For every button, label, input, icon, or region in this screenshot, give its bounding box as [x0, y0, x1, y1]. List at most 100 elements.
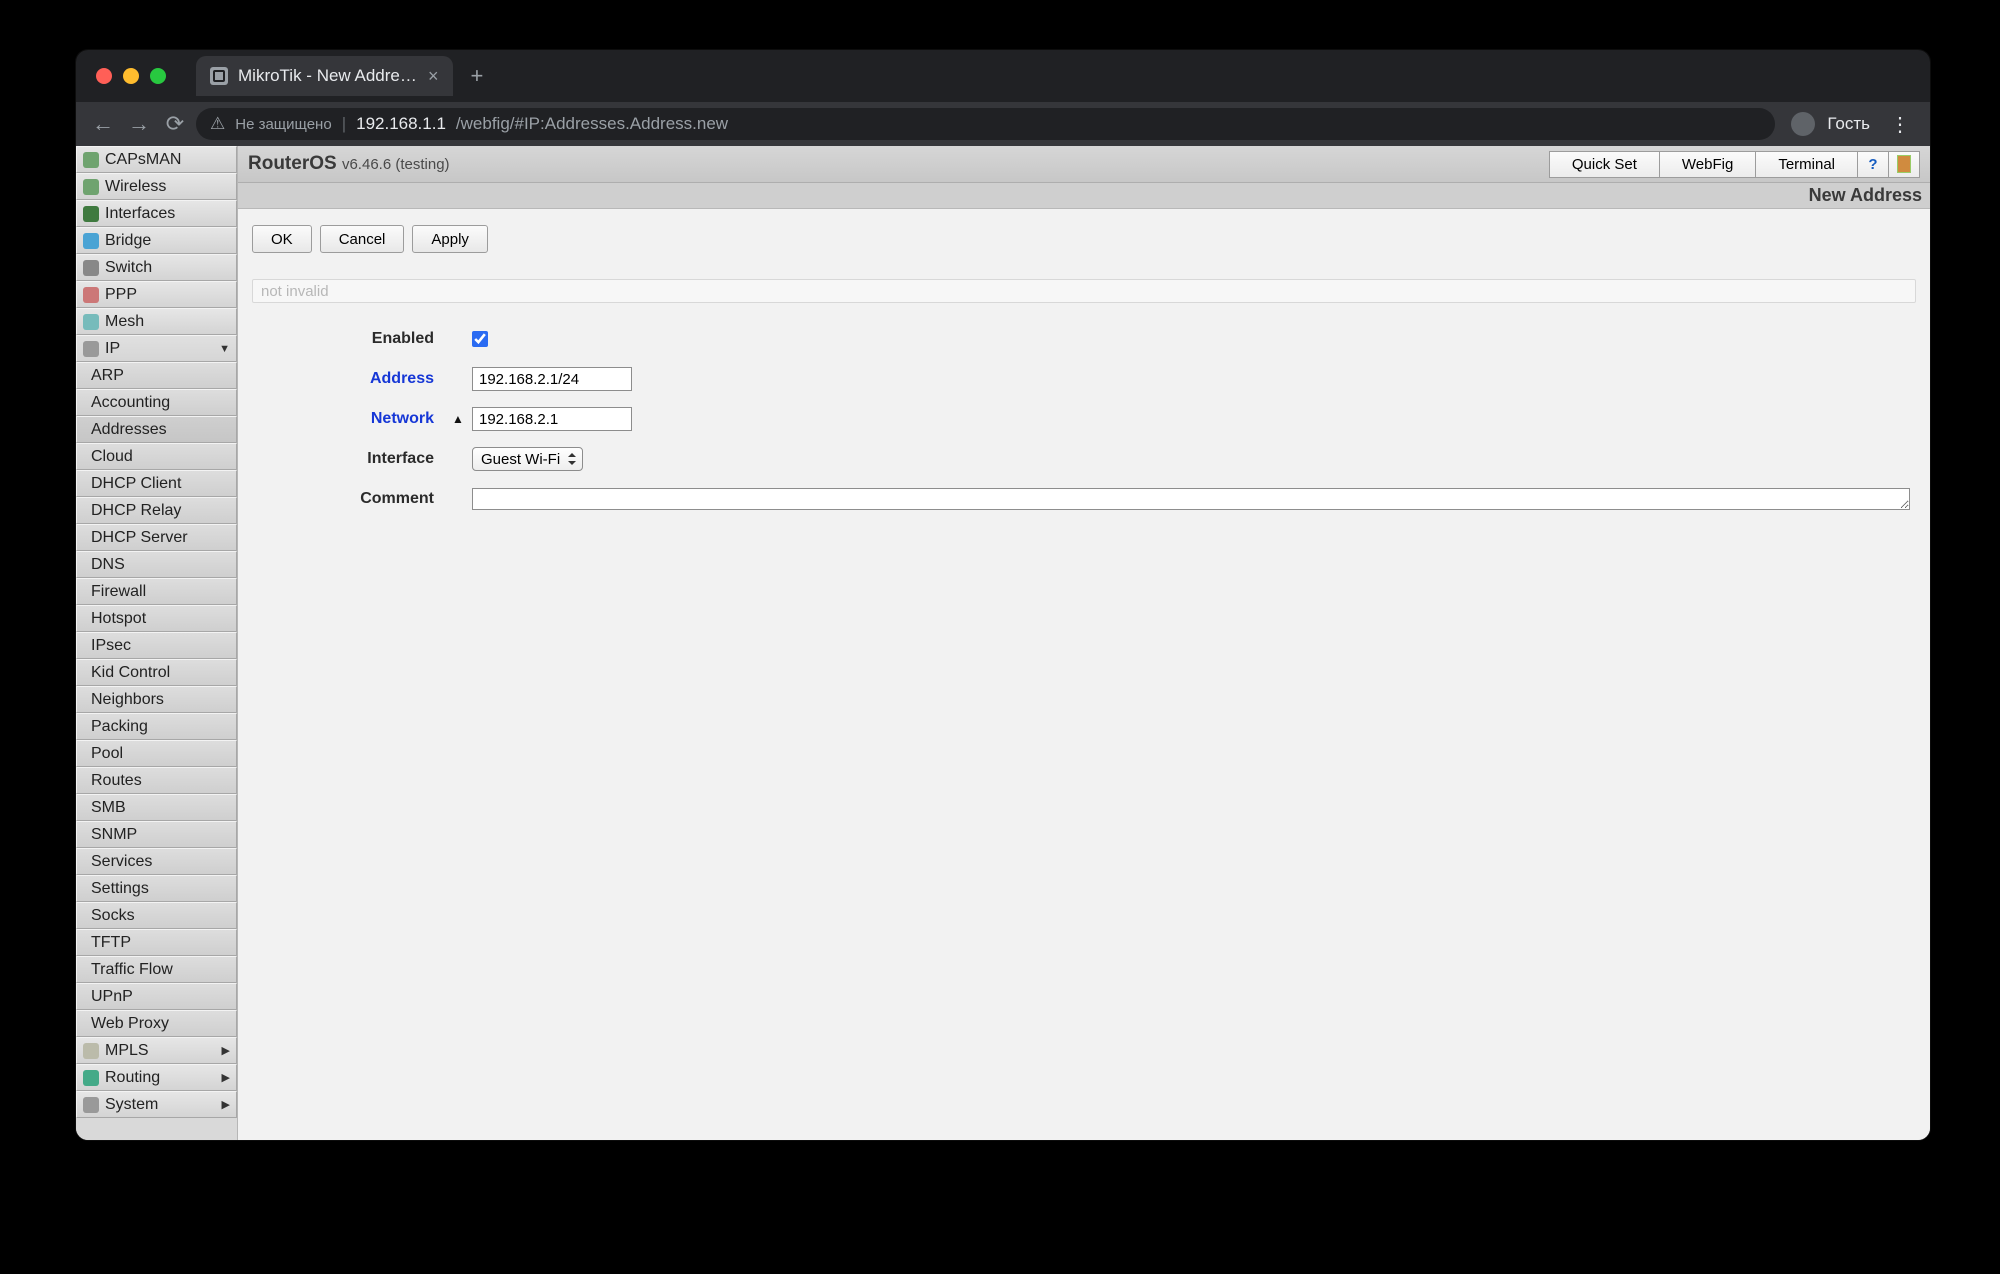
terminal-button[interactable]: Terminal — [1755, 151, 1858, 178]
enabled-checkbox[interactable] — [472, 331, 488, 347]
sidebar-sub-label: Services — [91, 853, 152, 871]
sidebar-sub-label: Kid Control — [91, 664, 170, 682]
address-bar[interactable]: ⚠ Не защищено | 192.168.1.1/webfig/#IP:A… — [196, 108, 1775, 140]
ok-button[interactable]: OK — [252, 225, 312, 253]
ppp-icon — [83, 287, 99, 303]
sidebar-sub-ipsec[interactable]: IPsec — [76, 632, 237, 659]
sidebar-sub-dhcp-client[interactable]: DHCP Client — [76, 470, 237, 497]
collapse-toggle-icon[interactable]: ▲ — [452, 412, 466, 426]
sidebar-sub-traffic-flow[interactable]: Traffic Flow — [76, 956, 237, 983]
sidebar-item-bridge[interactable]: Bridge — [76, 227, 237, 254]
address-input[interactable] — [472, 367, 632, 391]
sidebar-sub-dns[interactable]: DNS — [76, 551, 237, 578]
profile-label[interactable]: Гость — [1821, 114, 1876, 134]
sidebar-item-label: Bridge — [105, 232, 151, 250]
top-buttons: Quick Set WebFig Terminal ? — [1550, 151, 1920, 178]
label-address[interactable]: Address — [252, 370, 452, 388]
sidebar-item-ip[interactable]: IP▼ — [76, 335, 237, 362]
sidebar-item-capsman[interactable]: CAPsMAN — [76, 146, 237, 173]
network-input[interactable] — [472, 407, 632, 431]
minimize-window-icon[interactable] — [123, 68, 139, 84]
sidebar-sub-tftp[interactable]: TFTP — [76, 929, 237, 956]
sidebar-sub-neighbors[interactable]: Neighbors — [76, 686, 237, 713]
sidebar-sub-socks[interactable]: Socks — [76, 902, 237, 929]
browser-toolbar: ← → ⟳ ⚠ Не защищено | 192.168.1.1/webfig… — [76, 102, 1930, 146]
sidebar-sub-addresses[interactable]: Addresses — [76, 416, 237, 443]
sidebar-item-routing[interactable]: Routing ▶ — [76, 1064, 237, 1091]
help-button[interactable]: ? — [1857, 151, 1889, 178]
sidebar-sub-label: ARP — [91, 367, 124, 385]
sidebar-sub-kid-control[interactable]: Kid Control — [76, 659, 237, 686]
close-window-icon[interactable] — [96, 68, 112, 84]
action-buttons: OK Cancel Apply — [252, 225, 1916, 253]
sidebar-sub-arp[interactable]: ARP — [76, 362, 237, 389]
webfig-button[interactable]: WebFig — [1659, 151, 1756, 178]
sidebar-item-label: Interfaces — [105, 205, 175, 223]
chevron-right-icon: ▶ — [222, 1071, 230, 1084]
label-comment: Comment — [252, 490, 452, 508]
sidebar-item-wireless[interactable]: Wireless — [76, 173, 237, 200]
sidebar-sub-dhcp-relay[interactable]: DHCP Relay — [76, 497, 237, 524]
sidebar-item-mesh[interactable]: Mesh — [76, 308, 237, 335]
sidebar-sub-cloud[interactable]: Cloud — [76, 443, 237, 470]
maximize-window-icon[interactable] — [150, 68, 166, 84]
sidebar-item-label: Mesh — [105, 313, 144, 331]
reload-icon[interactable]: ⟳ — [160, 111, 190, 137]
back-icon[interactable]: ← — [88, 111, 118, 137]
sidebar-item-label: System — [105, 1096, 158, 1114]
sidebar-sub-upnp[interactable]: UPnP — [76, 983, 237, 1010]
sidebar-sub-label: Accounting — [91, 394, 170, 412]
sidebar-sub-smb[interactable]: SMB — [76, 794, 237, 821]
form: OK Cancel Apply not invalid Enabled Addr… — [238, 209, 1930, 535]
quick-set-button[interactable]: Quick Set — [1549, 151, 1660, 178]
sidebar-item-system[interactable]: System▶ — [76, 1091, 237, 1118]
label-enabled: Enabled — [252, 330, 452, 348]
sidebar-sub-packing[interactable]: Packing — [76, 713, 237, 740]
sidebar-sub-label: Socks — [91, 907, 135, 925]
row-enabled: Enabled — [252, 319, 1916, 359]
sidebar-item-switch[interactable]: Switch — [76, 254, 237, 281]
sidebar-item-label: Wireless — [105, 178, 166, 196]
url-host: 192.168.1.1 — [356, 114, 446, 134]
interface-select[interactable]: Guest Wi-Fi — [472, 447, 583, 471]
routing-icon — [83, 1070, 99, 1086]
interfaces-icon — [83, 206, 99, 222]
label-network[interactable]: Network — [252, 410, 452, 428]
sidebar-sub-label: Neighbors — [91, 691, 164, 709]
tab-close-icon[interactable]: × — [428, 66, 439, 87]
logout-button[interactable] — [1888, 151, 1920, 178]
status-text: not invalid — [252, 279, 1916, 303]
new-tab-button[interactable]: + — [453, 63, 502, 89]
content-pane: RouterOS v6.46.6 (testing) Quick Set Web… — [238, 146, 1930, 1140]
sidebar-sub-accounting[interactable]: Accounting — [76, 389, 237, 416]
cancel-button[interactable]: Cancel — [320, 225, 405, 253]
profile-avatar-icon[interactable] — [1791, 112, 1815, 136]
sidebar-item-mpls[interactable]: MPLS▶ — [76, 1037, 237, 1064]
top-bar: RouterOS v6.46.6 (testing) Quick Set Web… — [238, 146, 1930, 183]
sidebar-item-label: PPP — [105, 286, 137, 304]
browser-window: MikroTik - New Address at adm × + ← → ⟳ … — [76, 50, 1930, 1140]
sidebar-sub-hotspot[interactable]: Hotspot — [76, 605, 237, 632]
sidebar-sub-services[interactable]: Services — [76, 848, 237, 875]
sidebar-sub-label: UPnP — [91, 988, 133, 1006]
apply-button[interactable]: Apply — [412, 225, 488, 253]
label-interface: Interface — [252, 450, 452, 468]
sidebar-sub-firewall[interactable]: Firewall — [76, 578, 237, 605]
sidebar-sub-pool[interactable]: Pool — [76, 740, 237, 767]
menu-icon[interactable]: ⋮ — [1882, 112, 1918, 137]
sidebar-sub-snmp[interactable]: SNMP — [76, 821, 237, 848]
sidebar-sub-dhcp-server[interactable]: DHCP Server — [76, 524, 237, 551]
sidebar-sub-label: Addresses — [91, 421, 167, 439]
sidebar-item-interfaces[interactable]: Interfaces — [76, 200, 237, 227]
row-comment: Comment — [252, 479, 1916, 519]
sidebar-item-label: Routing — [105, 1069, 160, 1087]
forward-icon[interactable]: → — [124, 111, 154, 137]
browser-tab[interactable]: MikroTik - New Address at adm × — [196, 56, 453, 96]
sidebar-sub-routes[interactable]: Routes — [76, 767, 237, 794]
sidebar-item-ppp[interactable]: PPP — [76, 281, 237, 308]
sidebar-sub-label: Firewall — [91, 583, 146, 601]
sidebar-sub-settings[interactable]: Settings — [76, 875, 237, 902]
sidebar-sub-web-proxy[interactable]: Web Proxy — [76, 1010, 237, 1037]
comment-input[interactable] — [472, 488, 1910, 510]
sidebar-sub-label: TFTP — [91, 934, 131, 952]
